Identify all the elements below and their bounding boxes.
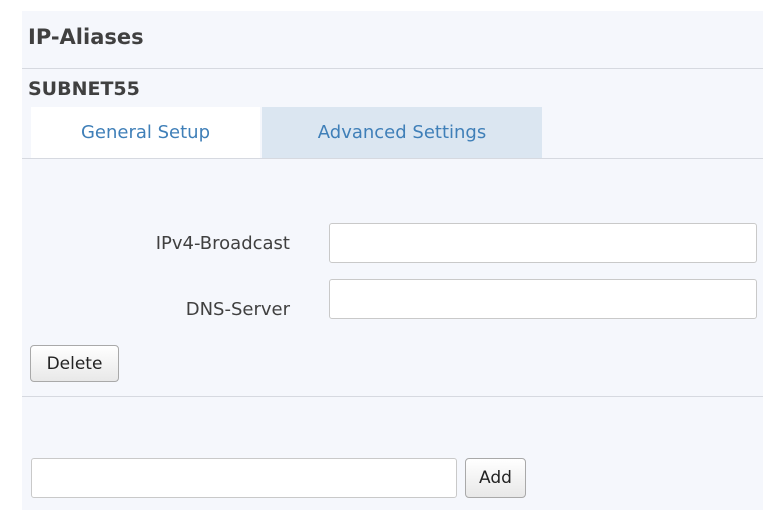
section-title: IP-Aliases xyxy=(28,25,144,49)
subsection-title: SUBNET55 xyxy=(28,78,140,100)
tab-general-setup[interactable]: General Setup xyxy=(31,107,260,158)
delete-button[interactable]: Delete xyxy=(30,345,119,382)
dns-server-label: DNS-Server xyxy=(185,299,290,320)
ipv4-broadcast-label: IPv4-Broadcast xyxy=(155,233,290,254)
section-divider xyxy=(22,396,763,397)
add-button[interactable]: Add xyxy=(465,458,526,498)
title-divider xyxy=(22,68,763,69)
add-alias-input[interactable] xyxy=(31,458,457,498)
dns-server-input[interactable] xyxy=(329,279,757,319)
ipv4-broadcast-input[interactable] xyxy=(329,223,757,263)
tab-bar-divider xyxy=(22,158,763,159)
tab-advanced-settings[interactable]: Advanced Settings xyxy=(262,107,542,158)
ip-aliases-panel: IP-Aliases SUBNET55 General Setup Advanc… xyxy=(22,11,763,510)
